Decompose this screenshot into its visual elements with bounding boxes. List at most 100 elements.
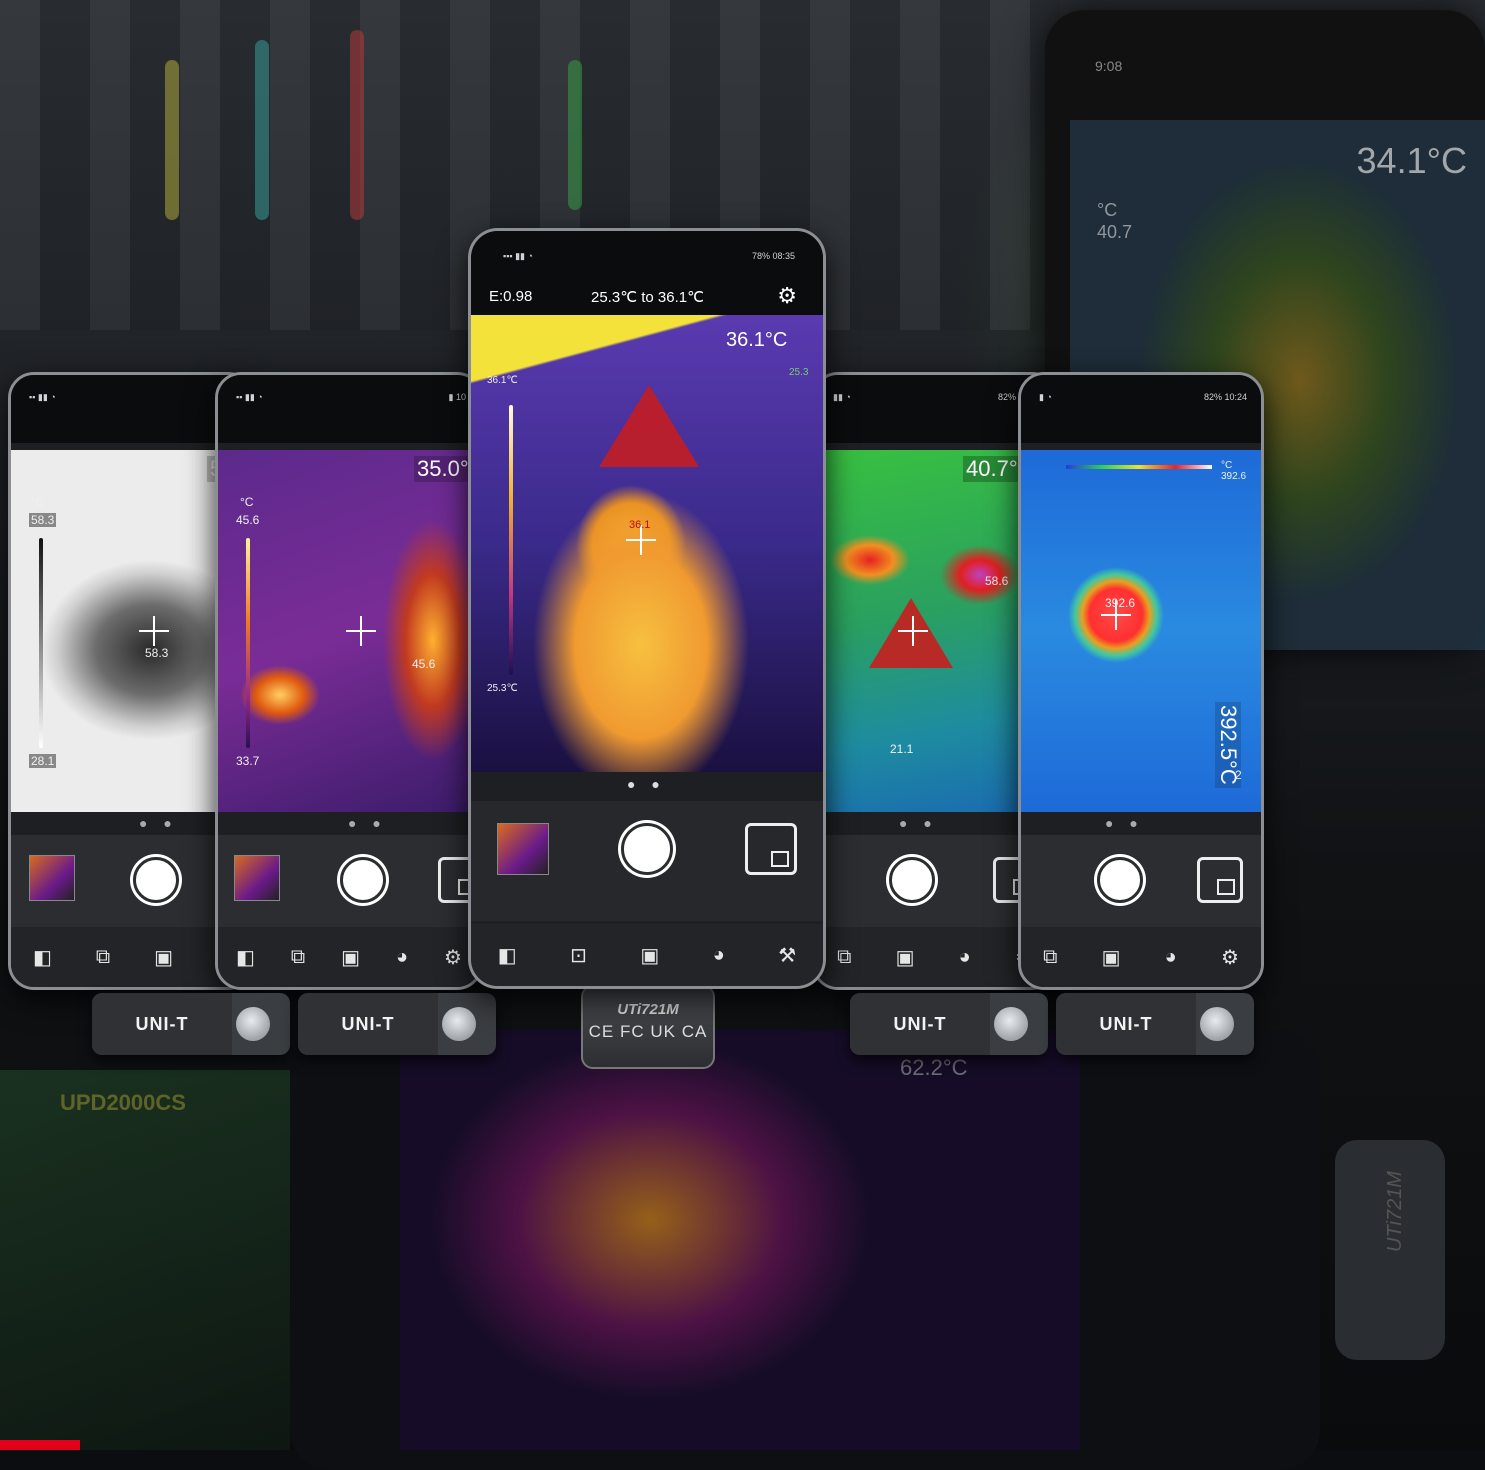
- settings-icon[interactable]: ⚙: [777, 283, 797, 309]
- phone-center: ▪▪▪ ▮▮ ◔ 78% 08:35 E:0.98 25.3℃ to 36.1℃ …: [468, 228, 826, 989]
- mode-switch-button[interactable]: [745, 823, 797, 875]
- settings-icon[interactable]: ⚙: [444, 945, 462, 970]
- scale-max: 58.3: [29, 513, 57, 527]
- hot-marker-icon: [599, 385, 699, 467]
- crosshair-icon: [139, 616, 169, 646]
- spot-temp: 36.1: [629, 519, 651, 531]
- shutter-button[interactable]: [621, 823, 673, 875]
- background-phone-bottom: 62.2°C: [290, 1030, 1320, 1470]
- background-wire: [255, 40, 269, 220]
- status-time: 82% 10:24: [1203, 392, 1247, 402]
- layers-icon[interactable]: ⧉: [96, 946, 110, 969]
- page-dots: ● ●: [139, 815, 178, 831]
- tools-icon[interactable]: ⚒: [778, 943, 796, 968]
- brand-label: UNI-T: [92, 993, 232, 1055]
- status-time: 78% 08:35: [751, 251, 795, 261]
- page-dots: ● ●: [899, 815, 938, 831]
- lens-icon: [236, 1007, 270, 1041]
- camera-module: UNI-T: [850, 993, 1048, 1055]
- status-bar: ▪▪▪ ▮▮ ◔ 78% 08:35: [471, 231, 823, 271]
- shutter-button[interactable]: [133, 857, 179, 903]
- brand-accent-tab: [0, 1440, 80, 1450]
- max-temp: 35.0°: [414, 456, 472, 482]
- palette-icon[interactable]: ◕: [959, 946, 971, 969]
- battery-icon: ▮ 10: [448, 392, 466, 402]
- color-scale: [246, 538, 250, 748]
- background-wire: [350, 30, 364, 220]
- mirror-icon[interactable]: ◧: [236, 945, 255, 970]
- background-pcb: UPD2000CS: [0, 1070, 290, 1450]
- max-temp: 36.1°C: [726, 329, 788, 351]
- emissivity-label[interactable]: E:0.98: [489, 288, 532, 305]
- model-label: UTi721M: [617, 1001, 679, 1018]
- color-scale: [39, 538, 43, 748]
- camera-module: UNI-T: [1056, 993, 1254, 1055]
- gallery-thumbnail[interactable]: [234, 855, 280, 901]
- palette-icon[interactable]: ◕: [713, 944, 725, 967]
- settings-icon[interactable]: ⚙: [1221, 945, 1239, 970]
- crosshair-icon: [346, 616, 376, 646]
- background-camera: UTi721M: [1335, 1140, 1445, 1360]
- capture-controls: [471, 801, 823, 921]
- scale-label: °C 392.6: [1221, 460, 1246, 482]
- max-label: 40.7: [1097, 221, 1133, 242]
- scale-max: 45.6: [236, 513, 260, 527]
- low-temp: 2: [1235, 768, 1242, 782]
- signal-icon: ▪▪▪ ▮▮ ◔: [503, 251, 533, 261]
- background-camera-model: UTi721M: [1383, 1171, 1406, 1252]
- image-edit-icon[interactable]: ▣: [1102, 945, 1121, 970]
- toolbar: ◧ ⧉ ▣ ◕ ⚙: [218, 927, 480, 987]
- toolbar: ◧ ⊡ ▣ ◕ ⚒: [471, 924, 823, 986]
- spot-temp: 45.6: [412, 657, 436, 671]
- thermal-view[interactable]: 36.1°C 25.3 36.1℃ 25.3℃ 36.1: [471, 315, 823, 772]
- unit-label: °C: [1221, 460, 1233, 471]
- status-bar: ▮ ◔ 82% 10:24: [1021, 375, 1261, 443]
- unit-label: °C: [1097, 200, 1118, 220]
- signal-icon: ▪▪ ▮▮ ◔: [29, 392, 56, 402]
- unit-label: °C: [240, 495, 254, 509]
- brand-label: UNI-T: [298, 993, 438, 1055]
- color-scale: [1066, 465, 1212, 469]
- layers-icon[interactable]: ⧉: [1043, 946, 1057, 969]
- background-phone-screen: [400, 1030, 1080, 1450]
- image-edit-icon[interactable]: ▣: [154, 945, 173, 970]
- brand-label: UNI-T: [850, 993, 990, 1055]
- gallery-thumbnail[interactable]: [497, 823, 549, 875]
- gallery-thumbnail[interactable]: [29, 855, 75, 901]
- unit-label: °C: [31, 495, 45, 509]
- scale-min: 33.7: [236, 754, 260, 768]
- thermal-view[interactable]: °C 392.6 392.6 392.5°C 2: [1021, 450, 1261, 812]
- scan-icon[interactable]: ⊡: [570, 943, 587, 968]
- status-bar: ▪▪ ▮▮ ◔ ▮ 10: [218, 375, 480, 443]
- capture-controls: [218, 835, 480, 927]
- phone-iron: ▪▪ ▮▮ ◔ ▮ 10 °C 45.6 33.7 45.6 35.0° ● ● …: [215, 372, 483, 990]
- page-dots: ● ●: [1105, 815, 1144, 831]
- mirror-icon[interactable]: ◧: [498, 943, 517, 968]
- app-header: E:0.98 25.3℃ to 36.1℃ ⚙: [471, 271, 823, 315]
- palette-icon[interactable]: ◕: [396, 946, 408, 969]
- page-dots: ● ●: [627, 776, 666, 792]
- toolbar: ⧉ ▣ ◕ ⚙: [1021, 927, 1261, 987]
- image-edit-icon[interactable]: ▣: [341, 945, 360, 970]
- background-phone-temp: 62.2°C: [900, 1055, 968, 1080]
- low-temp: 21.1: [890, 742, 914, 756]
- mirror-icon[interactable]: ◧: [33, 945, 52, 970]
- shutter-button[interactable]: [340, 857, 386, 903]
- image-edit-icon[interactable]: ▣: [896, 945, 915, 970]
- shutter-button[interactable]: [889, 857, 935, 903]
- cert-marks: CE FC UK CA: [588, 1022, 708, 1041]
- capture-controls: [1021, 835, 1261, 927]
- spot-temp: 392.6: [1105, 596, 1136, 610]
- layers-icon[interactable]: ⧉: [291, 946, 305, 969]
- shutter-button[interactable]: [1097, 857, 1143, 903]
- crosshair-icon: [898, 616, 928, 646]
- signal-icon: ▪▪ ▮▮ ◔: [236, 392, 263, 402]
- layers-icon[interactable]: ⧉: [837, 946, 851, 969]
- thermal-view[interactable]: °C 45.6 33.7 45.6 35.0°: [218, 450, 480, 812]
- signal-icon: ▮▮ ◔: [833, 392, 851, 402]
- background-wire: [568, 60, 582, 210]
- mode-switch-button[interactable]: [1197, 857, 1243, 903]
- palette-icon[interactable]: ◕: [1165, 946, 1177, 969]
- spot-temp: 58.6: [985, 574, 1009, 588]
- image-edit-icon[interactable]: ▣: [640, 943, 659, 968]
